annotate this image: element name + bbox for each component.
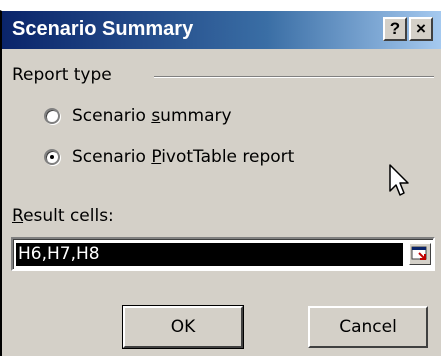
help-button[interactable]: ? — [383, 17, 407, 41]
result-cells-value[interactable]: H6,H7,H8 — [16, 243, 403, 266]
collapse-dialog-button[interactable] — [409, 243, 431, 265]
collapse-dialog-icon — [411, 246, 427, 260]
scenario-summary-dialog: Scenario Summary ? × Report type Scenari… — [0, 10, 441, 356]
group-divider — [154, 76, 434, 78]
result-cells-inner: H6,H7,H8 — [13, 239, 433, 269]
option-scenario-summary[interactable]: Scenario summary — [44, 104, 232, 128]
option-pivottable-report[interactable]: Scenario PivotTable report — [44, 145, 294, 169]
result-cells-input[interactable]: H6,H7,H8 — [11, 237, 435, 271]
radio-pivottable-report[interactable] — [44, 149, 60, 165]
radio-label-pivottable-report: Scenario PivotTable report — [72, 147, 295, 167]
dialog-title: Scenario Summary — [12, 18, 194, 40]
arrow-pointer-icon — [389, 164, 409, 196]
radio-label-scenario-summary: Scenario summary — [72, 106, 232, 126]
ok-button[interactable]: OK — [122, 305, 244, 349]
radio-scenario-summary[interactable] — [44, 108, 60, 124]
report-type-label: Report type — [12, 65, 112, 85]
close-button[interactable]: × — [409, 17, 433, 41]
title-bar: Scenario Summary ? × — [2, 11, 441, 49]
result-cells-label: Result cells: — [12, 206, 114, 226]
cancel-button[interactable]: Cancel — [308, 306, 428, 348]
